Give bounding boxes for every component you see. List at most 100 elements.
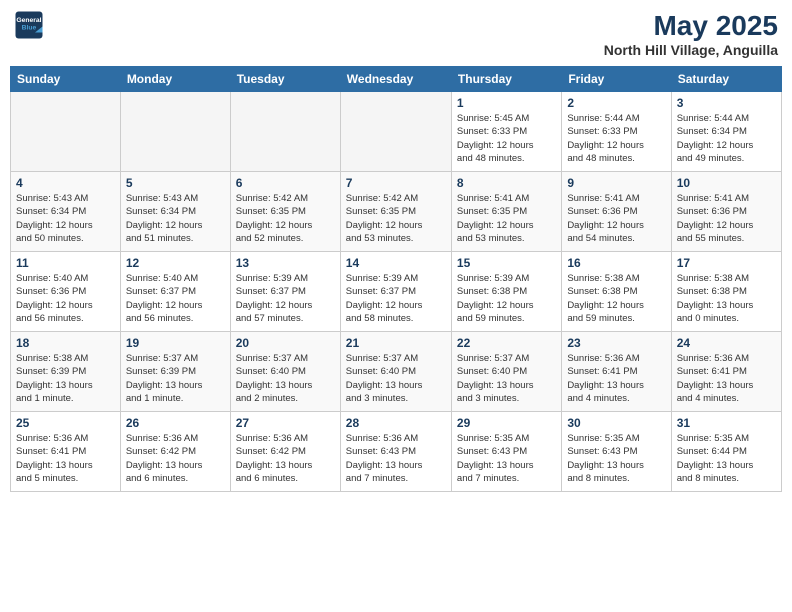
calendar-table: SundayMondayTuesdayWednesdayThursdayFrid… bbox=[10, 66, 782, 492]
day-info: Sunrise: 5:37 AMSunset: 6:40 PMDaylight:… bbox=[236, 352, 335, 405]
calendar-cell: 15Sunrise: 5:39 AMSunset: 6:38 PMDayligh… bbox=[451, 252, 561, 332]
day-number: 22 bbox=[457, 336, 556, 350]
day-number: 24 bbox=[677, 336, 776, 350]
day-header-saturday: Saturday bbox=[671, 67, 781, 92]
day-info: Sunrise: 5:39 AMSunset: 6:37 PMDaylight:… bbox=[236, 272, 335, 325]
day-number: 6 bbox=[236, 176, 335, 190]
day-number: 19 bbox=[126, 336, 225, 350]
calendar-cell: 10 Sunrise: 5:41 AMSunset: 6:36 PMDayligh… bbox=[671, 172, 781, 252]
svg-text:Blue: Blue bbox=[22, 25, 37, 32]
day-info: Sunrise: 5:44 AMSunset: 6:34 PMDaylight:… bbox=[677, 112, 776, 165]
day-number: 23 bbox=[567, 336, 665, 350]
page-header: General Blue May 2025 North Hill Village… bbox=[10, 10, 782, 58]
main-title: May 2025 bbox=[604, 10, 778, 42]
day-info: Sunrise: 5:43 AMSunset: 6:34 PMDaylight:… bbox=[16, 192, 115, 245]
day-info: Sunrise: 5:38 AMSunset: 6:38 PMDaylight:… bbox=[567, 272, 665, 325]
calendar-week-row: 1Sunrise: 5:45 AMSunset: 6:33 PMDaylight… bbox=[11, 92, 782, 172]
day-info: Sunrise: 5:36 AMSunset: 6:41 PMDaylight:… bbox=[567, 352, 665, 405]
day-number: 8 bbox=[457, 176, 556, 190]
day-info: Sunrise: 5:43 AMSunset: 6:34 PMDaylight:… bbox=[126, 192, 225, 245]
calendar-cell: 26Sunrise: 5:36 AMSunset: 6:42 PMDayligh… bbox=[120, 412, 230, 492]
day-number: 15 bbox=[457, 256, 556, 270]
title-block: May 2025 North Hill Village, Anguilla bbox=[604, 10, 778, 58]
calendar-cell: 9 Sunrise: 5:41 AMSunset: 6:36 PMDaylight… bbox=[562, 172, 671, 252]
day-number: 5 bbox=[126, 176, 225, 190]
calendar-cell: 21 Sunrise: 5:37 AMSunset: 6:40 PMDayligh… bbox=[340, 332, 451, 412]
calendar-cell: 13 Sunrise: 5:39 AMSunset: 6:37 PMDayligh… bbox=[230, 252, 340, 332]
day-info: Sunrise: 5:41 AMSunset: 6:36 PMDaylight:… bbox=[567, 192, 665, 245]
day-number: 12 bbox=[126, 256, 225, 270]
calendar-cell: 5 Sunrise: 5:43 AMSunset: 6:34 PMDaylight… bbox=[120, 172, 230, 252]
calendar-cell bbox=[120, 92, 230, 172]
calendar-cell: 30 Sunrise: 5:35 AMSunset: 6:43 PMDayligh… bbox=[562, 412, 671, 492]
day-info: Sunrise: 5:37 AMSunset: 6:39 PMDaylight:… bbox=[126, 352, 225, 405]
calendar-week-row: 4 Sunrise: 5:43 AMSunset: 6:34 PMDaylight… bbox=[11, 172, 782, 252]
day-info: Sunrise: 5:39 AMSunset: 6:37 PMDaylight:… bbox=[346, 272, 446, 325]
day-number: 1 bbox=[457, 96, 556, 110]
calendar-cell bbox=[230, 92, 340, 172]
calendar-cell bbox=[340, 92, 451, 172]
calendar-week-row: 25 Sunrise: 5:36 AMSunset: 6:41 PMDayligh… bbox=[11, 412, 782, 492]
day-number: 4 bbox=[16, 176, 115, 190]
svg-text:General: General bbox=[16, 17, 41, 24]
calendar-cell: 6 Sunrise: 5:42 AMSunset: 6:35 PMDaylight… bbox=[230, 172, 340, 252]
day-number: 9 bbox=[567, 176, 665, 190]
day-info: Sunrise: 5:44 AMSunset: 6:33 PMDaylight:… bbox=[567, 112, 665, 165]
calendar-cell: 29 Sunrise: 5:35 AMSunset: 6:43 PMDayligh… bbox=[451, 412, 561, 492]
calendar-cell: 28Sunrise: 5:36 AMSunset: 6:43 PMDayligh… bbox=[340, 412, 451, 492]
day-info: Sunrise: 5:36 AMSunset: 6:41 PMDaylight:… bbox=[16, 432, 115, 485]
calendar-cell: 23 Sunrise: 5:36 AMSunset: 6:41 PMDayligh… bbox=[562, 332, 671, 412]
day-number: 13 bbox=[236, 256, 335, 270]
day-header-friday: Friday bbox=[562, 67, 671, 92]
day-info: Sunrise: 5:42 AMSunset: 6:35 PMDaylight:… bbox=[236, 192, 335, 245]
day-info: Sunrise: 5:40 AMSunset: 6:36 PMDaylight:… bbox=[16, 272, 115, 325]
calendar-cell: 18 Sunrise: 5:38 AMSunset: 6:39 PMDayligh… bbox=[11, 332, 121, 412]
day-number: 18 bbox=[16, 336, 115, 350]
day-header-tuesday: Tuesday bbox=[230, 67, 340, 92]
logo: General Blue bbox=[14, 10, 44, 40]
day-header-wednesday: Wednesday bbox=[340, 67, 451, 92]
calendar-body: 1Sunrise: 5:45 AMSunset: 6:33 PMDaylight… bbox=[11, 92, 782, 492]
day-number: 11 bbox=[16, 256, 115, 270]
subtitle: North Hill Village, Anguilla bbox=[604, 42, 778, 58]
day-header-monday: Monday bbox=[120, 67, 230, 92]
day-number: 20 bbox=[236, 336, 335, 350]
day-info: Sunrise: 5:42 AMSunset: 6:35 PMDaylight:… bbox=[346, 192, 446, 245]
calendar-cell: 24Sunrise: 5:36 AMSunset: 6:41 PMDayligh… bbox=[671, 332, 781, 412]
day-number: 21 bbox=[346, 336, 446, 350]
day-number: 27 bbox=[236, 416, 335, 430]
day-info: Sunrise: 5:37 AMSunset: 6:40 PMDaylight:… bbox=[346, 352, 446, 405]
calendar-week-row: 18 Sunrise: 5:38 AMSunset: 6:39 PMDayligh… bbox=[11, 332, 782, 412]
calendar-cell: 16 Sunrise: 5:38 AMSunset: 6:38 PMDayligh… bbox=[562, 252, 671, 332]
day-info: Sunrise: 5:41 AMSunset: 6:35 PMDaylight:… bbox=[457, 192, 556, 245]
day-info: Sunrise: 5:35 AMSunset: 6:43 PMDaylight:… bbox=[457, 432, 556, 485]
day-info: Sunrise: 5:35 AMSunset: 6:43 PMDaylight:… bbox=[567, 432, 665, 485]
day-info: Sunrise: 5:35 AMSunset: 6:44 PMDaylight:… bbox=[677, 432, 776, 485]
calendar-cell: 17Sunrise: 5:38 AMSunset: 6:38 PMDayligh… bbox=[671, 252, 781, 332]
day-number: 7 bbox=[346, 176, 446, 190]
calendar-cell: 22 Sunrise: 5:37 AMSunset: 6:40 PMDayligh… bbox=[451, 332, 561, 412]
day-number: 29 bbox=[457, 416, 556, 430]
calendar-cell: 3Sunrise: 5:44 AMSunset: 6:34 PMDaylight… bbox=[671, 92, 781, 172]
calendar-cell: 8 Sunrise: 5:41 AMSunset: 6:35 PMDaylight… bbox=[451, 172, 561, 252]
calendar-cell: 12Sunrise: 5:40 AMSunset: 6:37 PMDayligh… bbox=[120, 252, 230, 332]
day-number: 14 bbox=[346, 256, 446, 270]
calendar-cell: 19 Sunrise: 5:37 AMSunset: 6:39 PMDayligh… bbox=[120, 332, 230, 412]
day-number: 25 bbox=[16, 416, 115, 430]
day-info: Sunrise: 5:41 AMSunset: 6:36 PMDaylight:… bbox=[677, 192, 776, 245]
day-number: 17 bbox=[677, 256, 776, 270]
logo-icon: General Blue bbox=[14, 10, 44, 40]
day-info: Sunrise: 5:38 AMSunset: 6:39 PMDaylight:… bbox=[16, 352, 115, 405]
day-number: 16 bbox=[567, 256, 665, 270]
calendar-cell bbox=[11, 92, 121, 172]
day-number: 26 bbox=[126, 416, 225, 430]
day-number: 2 bbox=[567, 96, 665, 110]
day-number: 30 bbox=[567, 416, 665, 430]
day-number: 31 bbox=[677, 416, 776, 430]
day-header-sunday: Sunday bbox=[11, 67, 121, 92]
calendar-cell: 25 Sunrise: 5:36 AMSunset: 6:41 PMDayligh… bbox=[11, 412, 121, 492]
day-info: Sunrise: 5:37 AMSunset: 6:40 PMDaylight:… bbox=[457, 352, 556, 405]
day-info: Sunrise: 5:36 AMSunset: 6:42 PMDaylight:… bbox=[236, 432, 335, 485]
calendar-header-row: SundayMondayTuesdayWednesdayThursdayFrid… bbox=[11, 67, 782, 92]
day-number: 10 bbox=[677, 176, 776, 190]
